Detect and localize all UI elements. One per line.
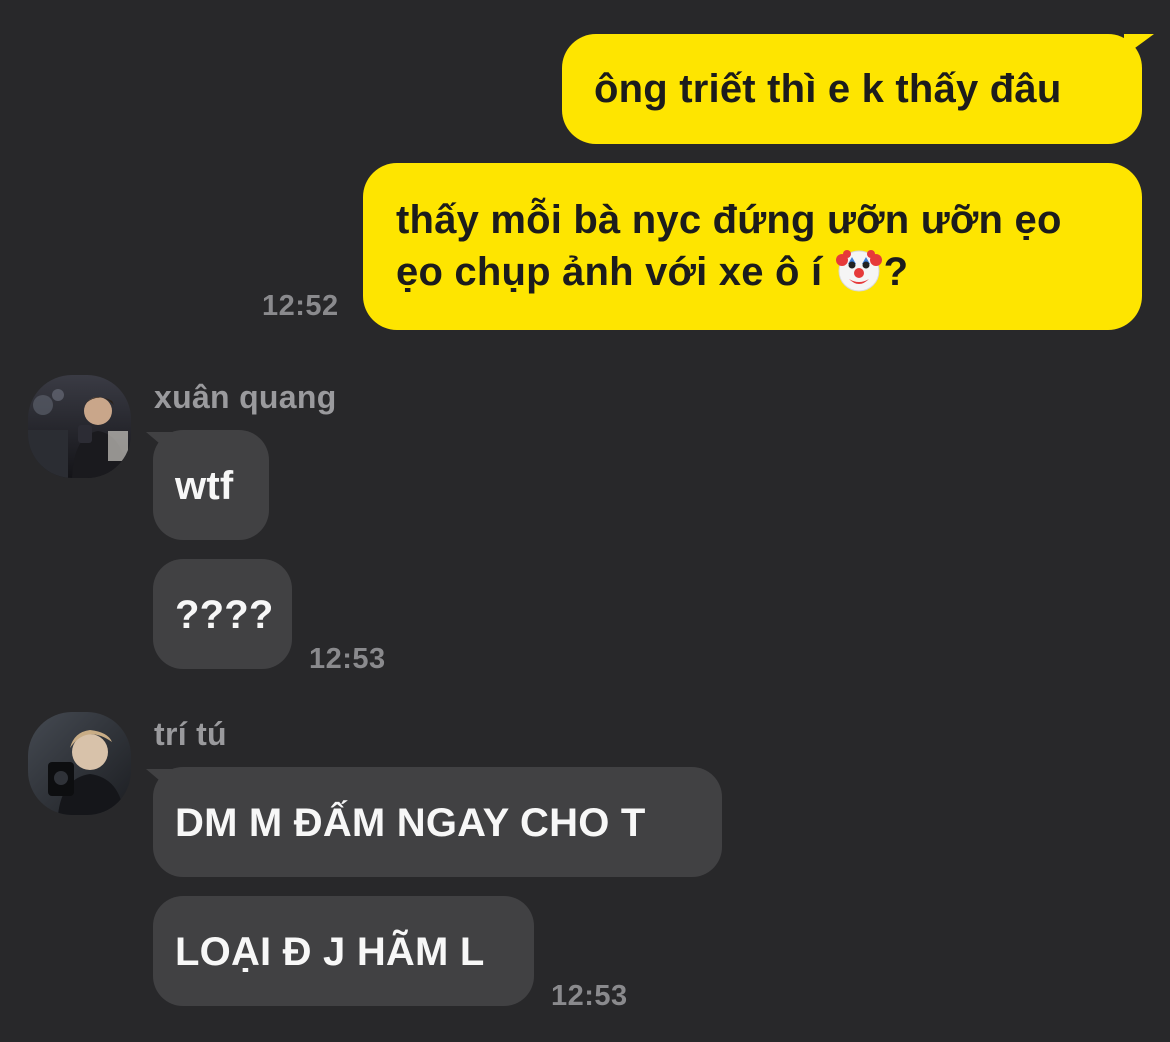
- message-text: ông triết thì e k thấy đâu: [594, 67, 1062, 111]
- timestamp: 12:52: [262, 290, 339, 322]
- incoming-message[interactable]: LOẠI Đ J HÃM L: [153, 896, 534, 1006]
- avatar[interactable]: [28, 375, 131, 478]
- sender-name: trí tú: [154, 716, 227, 752]
- message-text: LOẠI Đ J HÃM L: [175, 930, 485, 974]
- bubble-tail: [146, 769, 172, 791]
- bubble-tail: [1124, 34, 1154, 56]
- message-text-line: thấy mỗi bà nyc đứng ưỡn ưỡn ẹo: [396, 198, 1062, 242]
- message-text: DM M ĐẤM NGAY CHO T: [175, 801, 646, 845]
- message-text: wtf: [175, 464, 234, 508]
- chat-view[interactable]: ông triết thì e k thấy đâu thấy mỗi bà n…: [0, 0, 1170, 1042]
- bubble-tail: [146, 432, 172, 454]
- outgoing-message[interactable]: ông triết thì e k thấy đâu: [562, 34, 1142, 144]
- timestamp: 12:53: [551, 980, 628, 1012]
- message-text-line: ẹo chụp ảnh với xe ô í ?: [396, 246, 1142, 298]
- message-text: ?: [883, 250, 909, 294]
- incoming-message[interactable]: ????: [153, 559, 292, 669]
- timestamp: 12:53: [309, 643, 386, 675]
- incoming-message[interactable]: DM M ĐẤM NGAY CHO T: [153, 767, 722, 877]
- outgoing-message[interactable]: thấy mỗi bà nyc đứng ưỡn ưỡn ẹo ẹo chụp …: [363, 163, 1142, 330]
- sender-name: xuân quang: [154, 379, 337, 415]
- avatar[interactable]: [28, 712, 131, 815]
- message-text: ẹo chụp ảnh với xe ô í: [396, 250, 823, 294]
- message-text: ????: [175, 593, 274, 637]
- clown-face-icon: [835, 247, 882, 293]
